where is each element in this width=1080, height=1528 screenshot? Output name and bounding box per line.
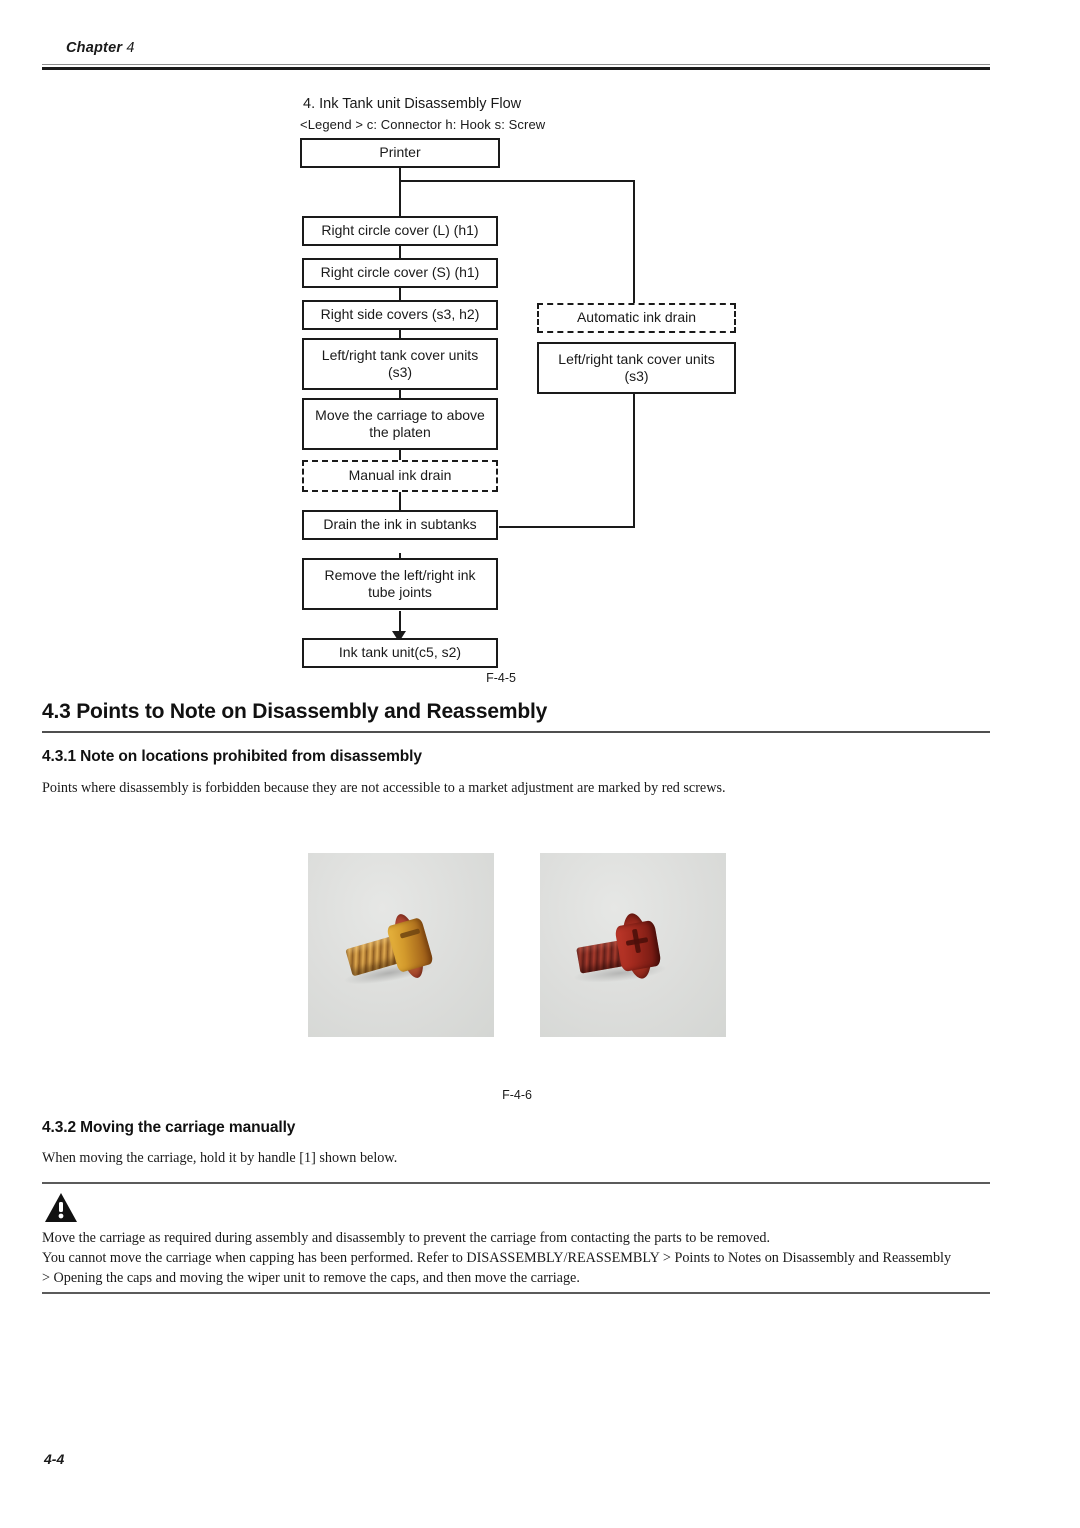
- warning-triangle-icon: [44, 1192, 78, 1223]
- flow-node-move-carriage-label: Move the carriage to above the platen: [315, 406, 485, 441]
- page-number: 4-4: [44, 1451, 65, 1467]
- warning-line-1: Move the carriage as required during ass…: [42, 1230, 771, 1246]
- flow-node-right-side-covers-label: Right side covers (s3, h2): [320, 306, 480, 323]
- header-divider-thick: [42, 67, 990, 70]
- subsection-4-3-1-body: Points where disassembly is forbidden be…: [42, 780, 726, 796]
- flow-node-remove-ink-tube-joints-label: Remove the left/right ink tube joints: [324, 566, 476, 601]
- gold-screw-illustration: [326, 869, 476, 1019]
- flow-node-left-right-tank-cover-units-label: Left/right tank cover units (s3): [321, 346, 479, 381]
- warning-divider-bottom: [42, 1292, 990, 1294]
- photo-gold-screw: [308, 853, 494, 1037]
- flow-node-printer-label: Printer: [379, 144, 421, 161]
- figure-caption-f-4-5: F-4-5: [486, 671, 516, 685]
- photo-red-screw: [540, 853, 726, 1037]
- section-heading-rule: [42, 731, 990, 733]
- section-heading-4-3: 4.3 Points to Note on Disassembly and Re…: [42, 700, 548, 723]
- subsection-heading-4-3-2: 4.3.2 Moving the carriage manually: [42, 1119, 296, 1136]
- chapter-label-word: Chapter: [66, 40, 123, 56]
- flow-connector-branch-horizontal: [399, 180, 635, 182]
- subsection-heading-4-3-1: 4.3.1 Note on locations prohibited from …: [42, 748, 422, 765]
- flow-node-left-right-tank-cover-units-branch[interactable]: Left/right tank cover units (s3): [537, 342, 736, 394]
- flow-node-left-right-tank-cover-units[interactable]: Left/right tank cover units (s3): [302, 338, 498, 390]
- flow-node-manual-ink-drain[interactable]: Manual ink drain: [302, 460, 498, 492]
- flow-node-drain-ink-subtanks-label: Drain the ink in subtanks: [323, 516, 477, 533]
- flow-node-printer[interactable]: Printer: [300, 138, 500, 168]
- warning-text-block: Move the carriage as required during ass…: [42, 1228, 992, 1288]
- flow-connector-branch-to-automatic-drain: [633, 180, 635, 304]
- flow-node-drain-ink-subtanks[interactable]: Drain the ink in subtanks: [302, 510, 498, 540]
- flow-node-right-side-covers[interactable]: Right side covers (s3, h2): [302, 300, 498, 330]
- flowchart-title: 4. Ink Tank unit Disassembly Flow: [303, 96, 522, 112]
- chapter-label: Chapter 4: [66, 40, 135, 56]
- flow-node-right-circle-cover-l[interactable]: Right circle cover (L) (h1): [302, 216, 498, 246]
- flow-node-remove-ink-tube-joints[interactable]: Remove the left/right ink tube joints: [302, 558, 498, 610]
- flow-node-ink-tank-unit[interactable]: Ink tank unit(c5, s2): [302, 638, 498, 668]
- warning-line-3: > Opening the caps and moving the wiper …: [42, 1270, 580, 1287]
- chapter-number: 4: [126, 40, 135, 56]
- flow-node-right-circle-cover-s-label: Right circle cover (S) (h1): [320, 264, 480, 281]
- flow-node-automatic-ink-drain[interactable]: Automatic ink drain: [537, 303, 736, 333]
- header-divider: [42, 64, 990, 70]
- flowchart-legend: <Legend > c: Connector h: Hook s: Screw: [300, 117, 546, 132]
- flow-node-ink-tank-unit-label: Ink tank unit(c5, s2): [338, 644, 462, 661]
- ink-tank-disassembly-flowchart: 4. Ink Tank unit Disassembly Flow <Legen…: [0, 96, 1080, 686]
- red-screw-illustration: [558, 869, 708, 1019]
- flow-node-automatic-ink-drain-label: Automatic ink drain: [576, 309, 697, 326]
- flow-node-right-circle-cover-s[interactable]: Right circle cover (S) (h1): [302, 258, 498, 288]
- header-divider-thin: [42, 64, 990, 65]
- subsection-4-3-2-body: When moving the carriage, hold it by han…: [42, 1150, 398, 1166]
- flow-node-move-carriage[interactable]: Move the carriage to above the platen: [302, 398, 498, 450]
- flow-node-right-circle-cover-l-label: Right circle cover (L) (h1): [321, 222, 479, 239]
- warning-divider-top: [42, 1182, 990, 1184]
- flow-connector-branch-return-horizontal: [499, 526, 635, 528]
- flow-connector-printer-to-branch: [399, 166, 401, 222]
- flow-node-manual-ink-drain-label: Manual ink drain: [348, 467, 452, 484]
- flow-node-left-right-tank-cover-units-branch-label: Left/right tank cover units (s3): [558, 350, 715, 385]
- figure-caption-f-4-6: F-4-6: [502, 1088, 532, 1102]
- warning-line-2: You cannot move the carriage when cappin…: [42, 1250, 952, 1267]
